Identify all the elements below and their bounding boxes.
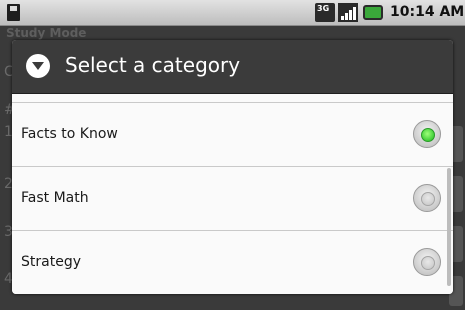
category-item-label: Facts to Know: [21, 126, 118, 142]
dropdown-circle-icon: [26, 54, 50, 78]
status-bar: 3G 10:14 AM: [0, 0, 465, 26]
network-3g-icon: 3G: [315, 3, 335, 22]
category-item-strategy[interactable]: Strategy: [12, 231, 453, 294]
radio-button[interactable]: [413, 248, 441, 276]
category-item-label: Strategy: [21, 254, 81, 270]
status-clock: 10:14 AM: [390, 4, 465, 20]
category-item-label: Fast Math: [21, 190, 89, 206]
dialog-title: Select a category: [65, 53, 241, 77]
radio-button-selected[interactable]: [413, 120, 441, 148]
category-item-fast-math[interactable]: Fast Math: [12, 167, 453, 231]
background-app-title: Study Mode: [6, 26, 87, 40]
signal-icon: [338, 3, 358, 22]
category-list: Facts to Know Fast Math Strategy: [12, 103, 453, 294]
category-item-facts-to-know[interactable]: Facts to Know: [12, 103, 453, 167]
network-label: 3G: [317, 4, 330, 13]
category-dialog: Select a category Facts to Know Fast Mat…: [12, 40, 453, 294]
dialog-header: Select a category: [12, 40, 453, 94]
scrollbar[interactable]: [447, 168, 451, 286]
battery-icon: [363, 5, 383, 20]
radio-button[interactable]: [413, 184, 441, 212]
sd-card-icon: [7, 4, 20, 21]
